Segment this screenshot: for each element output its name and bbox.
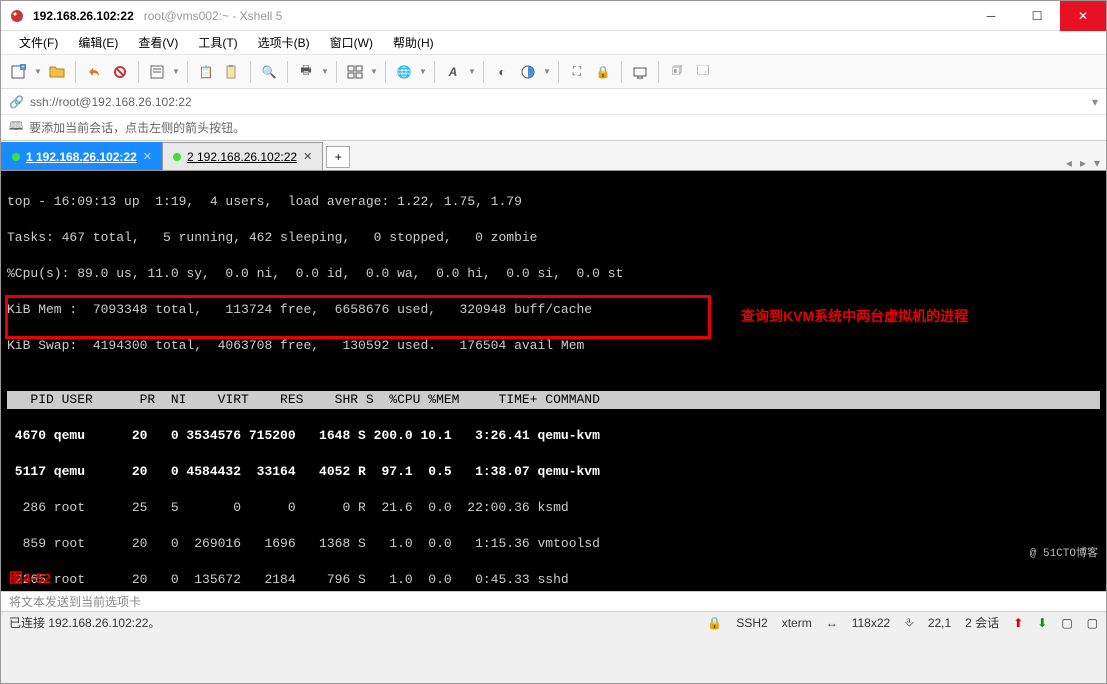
top-cpu-line: %Cpu(s): 89.0 us, 11.0 sy, 0.0 ni, 0.0 i…	[7, 265, 1100, 283]
log-icon[interactable]: 🗊	[665, 60, 689, 84]
hint-text: 要添加当前会话，点击左侧的箭头按钮。	[29, 119, 245, 136]
bookmark-icon[interactable]: 🕮	[9, 117, 23, 138]
transfer-icon[interactable]	[628, 60, 652, 84]
watermark: @ 51CTO博客	[1030, 545, 1098, 563]
sessions-icon[interactable]	[343, 60, 367, 84]
dropdown-icon[interactable]: ▼	[33, 60, 43, 84]
download-icon[interactable]: ⬇	[1037, 616, 1047, 630]
minimize-button[interactable]: ─	[968, 1, 1014, 31]
window-subtitle: root@vms002:~ - Xshell 5	[144, 9, 283, 23]
close-icon[interactable]: ✕	[303, 150, 312, 163]
status-dot-icon	[173, 153, 181, 161]
fullscreen-icon[interactable]: ⛶	[565, 60, 589, 84]
tab-bar: 1 192.168.26.102:22 ✕ 2 192.168.26.102:2…	[1, 141, 1106, 171]
menu-help[interactable]: 帮助(H)	[385, 32, 442, 53]
new-session-icon[interactable]: +	[7, 60, 31, 84]
process-row: 5117 qemu 20 0 4584432 33164 4052 R 97.1…	[7, 463, 1100, 481]
tab-prev-icon[interactable]: ◂	[1066, 156, 1072, 170]
disconnect-icon[interactable]	[108, 60, 132, 84]
status-size: 118x22	[852, 616, 890, 630]
lock-icon: 🔒	[707, 616, 722, 630]
process-row: 859 root 20 0 269016 1696 1368 S 1.0 0.0…	[7, 535, 1100, 553]
title-bar: 192.168.26.102:22 root@vms002:~ - Xshell…	[1, 1, 1106, 31]
status-cursor-pos: 22,1	[928, 616, 951, 630]
status-sessions: 2 会话	[965, 614, 999, 631]
close-button[interactable]: ✕	[1060, 1, 1106, 31]
copy-icon[interactable]: 📋	[194, 60, 218, 84]
app-icon	[9, 8, 25, 24]
address-bar: 🔗 ssh://root@192.168.26.102:22 ▾	[1, 89, 1106, 115]
menu-window[interactable]: 窗口(W)	[322, 32, 381, 53]
reconnect-icon[interactable]	[82, 60, 106, 84]
send-text-label: 将文本发送到当前选项卡	[9, 593, 141, 610]
menu-tab[interactable]: 选项卡(B)	[250, 32, 318, 53]
tab-session-1[interactable]: 1 192.168.26.102:22 ✕	[1, 142, 163, 170]
tab-session-2[interactable]: 2 192.168.26.102:22 ✕	[162, 142, 323, 170]
cap-icon: ▢	[1061, 616, 1072, 630]
resize-icon: ↔	[826, 616, 838, 630]
address-text[interactable]: ssh://root@192.168.26.102:22	[30, 95, 1086, 109]
top-header-row: PID USER PR NI VIRT RES SHR S %CPU %MEM …	[7, 391, 1100, 409]
paste-icon[interactable]	[220, 60, 244, 84]
dropdown-icon[interactable]: ▼	[369, 60, 379, 84]
font-icon[interactable]: A	[441, 60, 465, 84]
properties-icon[interactable]	[145, 60, 169, 84]
tab-label: 2 192.168.26.102:22	[187, 150, 297, 164]
dropdown-icon[interactable]: ▾	[1092, 95, 1098, 109]
menu-edit[interactable]: 编辑(E)	[70, 32, 126, 53]
top-swap-line: KiB Swap: 4194300 total, 4063708 free, 1…	[7, 337, 1100, 355]
send-text-bar[interactable]: 将文本发送到当前选项卡	[1, 591, 1106, 611]
web-icon[interactable]: 🌐	[392, 60, 416, 84]
annotation-label: 查询到KVM系统中两台虚拟机的进程	[741, 307, 968, 325]
print-icon[interactable]: 🖶	[294, 60, 318, 84]
dropdown-icon[interactable]: ▼	[171, 60, 181, 84]
status-term-type: xterm	[782, 616, 812, 630]
hint-bar: 🕮 要添加当前会话，点击左侧的箭头按钮。	[1, 115, 1106, 141]
window-title: 192.168.26.102:22	[33, 9, 134, 23]
tab-label: 1 192.168.26.102:22	[26, 150, 137, 164]
add-tab-button[interactable]: +	[326, 146, 350, 168]
dropdown-icon[interactable]: ▼	[542, 60, 552, 84]
dropdown-icon[interactable]: ▼	[467, 60, 477, 84]
status-dot-icon	[12, 153, 20, 161]
script-icon[interactable]: 🗔	[691, 60, 715, 84]
color-icon[interactable]	[516, 60, 540, 84]
svg-text:+: +	[21, 65, 25, 71]
status-connection: 已连接 192.168.26.102:22。	[9, 614, 160, 631]
tab-next-icon[interactable]: ▸	[1080, 156, 1086, 170]
top-tasks-line: Tasks: 467 total, 5 running, 462 sleepin…	[7, 229, 1100, 247]
status-bar: 已连接 192.168.26.102:22。 🔒 SSH2 xterm ↔ 11…	[1, 611, 1106, 633]
status-protocol: SSH2	[736, 616, 767, 630]
num-icon: ▢	[1087, 616, 1098, 630]
terminal-output[interactable]: top - 16:09:13 up 1:19, 4 users, load av…	[1, 171, 1106, 591]
link-icon: 🔗	[9, 95, 24, 109]
figure-label: 图4-52	[9, 569, 51, 587]
dropdown-icon[interactable]: ▼	[320, 60, 330, 84]
menu-bar: 文件(F) 编辑(E) 查看(V) 工具(T) 选项卡(B) 窗口(W) 帮助(…	[1, 31, 1106, 55]
toolbar: + ▼ ▼ 📋 🔍 🖶 ▼ ▼ 🌐 ▼ A ▼ ◐ ▼ ⛶ 🔒 🗊 🗔	[1, 55, 1106, 89]
close-icon[interactable]: ✕	[143, 150, 152, 163]
open-icon[interactable]	[45, 60, 69, 84]
color-scheme-icon[interactable]: ◐	[490, 60, 514, 84]
dropdown-icon[interactable]: ▼	[418, 60, 428, 84]
upload-icon[interactable]: ⬆	[1013, 616, 1023, 630]
top-summary-line: top - 16:09:13 up 1:19, 4 users, load av…	[7, 193, 1100, 211]
process-row: 286 root 25 5 0 0 0 R 21.6 0.0 22:00.36 …	[7, 499, 1100, 517]
process-row: 2265 root 20 0 135672 2184 796 S 1.0 0.0…	[7, 571, 1100, 589]
menu-tools[interactable]: 工具(T)	[190, 32, 245, 53]
process-row: 4670 qemu 20 0 3534576 715200 1648 S 200…	[7, 427, 1100, 445]
menu-view[interactable]: 查看(V)	[130, 32, 186, 53]
search-icon[interactable]: 🔍	[257, 60, 281, 84]
menu-file[interactable]: 文件(F)	[11, 32, 66, 53]
maximize-button[interactable]: ☐	[1014, 1, 1060, 31]
highlight-box	[5, 295, 711, 339]
lock-icon[interactable]: 🔒	[591, 60, 615, 84]
cursor-icon: ⎀	[904, 615, 914, 630]
tab-menu-icon[interactable]: ▾	[1094, 156, 1100, 170]
